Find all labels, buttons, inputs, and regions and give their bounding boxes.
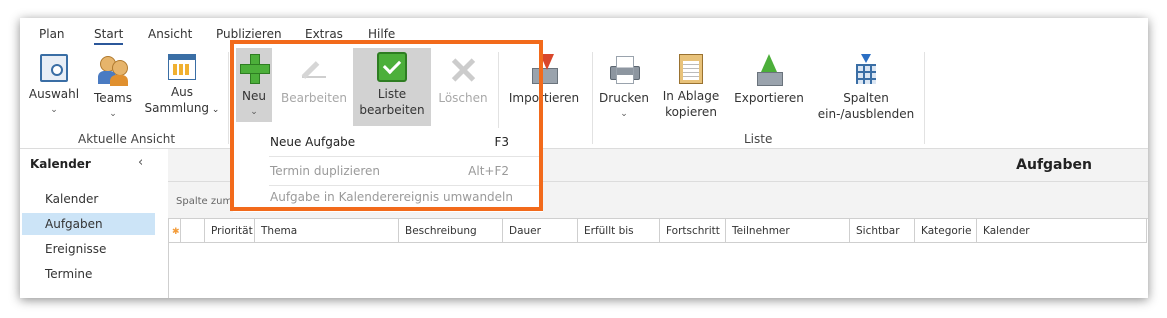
liste-bearbeiten-label-1: Liste — [377, 87, 407, 101]
columns-icon — [850, 54, 882, 86]
chevron-down-icon: ⌄ — [209, 105, 220, 115]
menu-divider — [269, 156, 539, 157]
chevron-down-icon: ⌄ — [109, 109, 117, 119]
neu-dropdown-menu: Neue Aufgabe F3 Termin duplizieren Alt+F… — [233, 128, 543, 212]
column-header-kalender[interactable]: Kalender — [977, 219, 1147, 243]
neu-button[interactable]: Neu ⌄ — [236, 48, 272, 122]
app-window: Plan Start Ansicht Publizieren Extras Hi… — [20, 18, 1148, 298]
in-ablage-label-2: kopieren — [665, 105, 717, 119]
clipboard-icon — [679, 54, 703, 84]
column-header-kategorie[interactable]: Kategorie — [915, 219, 977, 243]
star-icon: ✱ — [172, 227, 180, 237]
group-label-liste: Liste — [744, 132, 773, 146]
select-view-icon — [40, 54, 68, 82]
column-header-blank[interactable] — [181, 219, 205, 243]
shortcut-termin-duplizieren: Alt+F2 — [468, 164, 509, 178]
teams-button[interactable]: Teams ⌄ — [88, 50, 138, 122]
column-header-erfuellt-bis[interactable]: Erfüllt bis — [578, 219, 660, 243]
aus-sammlung-button[interactable]: Aus Sammlung ⌄ — [142, 50, 222, 118]
menu-divider — [269, 185, 539, 186]
aus-sammlung-label-2: Sammlung — [144, 101, 210, 115]
aus-sammlung-label-1: Aus — [170, 85, 194, 99]
tab-plan[interactable]: Plan — [39, 27, 65, 41]
loeschen-button[interactable]: Löschen — [434, 50, 492, 106]
drucken-button[interactable]: Drucken ⌄ — [598, 50, 650, 122]
column-header-dauer[interactable]: Dauer — [503, 219, 578, 243]
spalten-button[interactable]: Spalten ein-/ausblenden — [814, 50, 918, 122]
nav-item-kalender[interactable]: Kalender — [22, 188, 155, 210]
menu-item-neue-aufgabe[interactable]: Neue Aufgabe — [270, 135, 355, 149]
auswahl-button[interactable]: Auswahl ⌄ — [28, 50, 80, 118]
import-icon — [528, 54, 560, 86]
nav-item-aufgaben[interactable]: Aufgaben — [22, 213, 155, 235]
tab-start[interactable]: Start — [94, 27, 124, 45]
menu-item-aufgabe-umwandeln[interactable]: Aufgabe in Kalenderereignis umwandeln — [270, 190, 513, 204]
tab-hilfe[interactable]: Hilfe — [368, 27, 395, 41]
exportieren-button[interactable]: Exportieren — [732, 50, 806, 106]
bearbeiten-label: Bearbeiten — [281, 91, 347, 105]
column-header-thema[interactable]: Thema — [255, 219, 399, 243]
auswahl-label: Auswahl — [28, 87, 80, 101]
teams-label: Teams — [94, 91, 132, 105]
plus-icon — [238, 52, 270, 84]
chevron-down-icon: ⌄ — [250, 107, 258, 117]
spalten-label-2: ein-/ausblenden — [817, 107, 915, 121]
delete-icon — [447, 54, 479, 86]
side-nav: Kalender ‹ Kalender Aufgaben Ereignisse … — [20, 149, 168, 298]
tab-ansicht[interactable]: Ansicht — [148, 27, 192, 41]
chevron-down-icon: ⌄ — [50, 105, 58, 115]
nav-item-termine[interactable]: Termine — [22, 263, 155, 285]
nav-item-ereignisse[interactable]: Ereignisse — [22, 238, 155, 260]
menu-bar: Plan Start Ansicht Publizieren Extras Hi… — [20, 18, 1148, 46]
row-indicator-header[interactable]: ✱ — [169, 219, 181, 243]
ribbon: Auswahl ⌄ Teams ⌄ Aus Sammlung ⌄ Aktuell… — [20, 46, 1148, 149]
liste-bearbeiten-label-2: bearbeiten — [359, 103, 425, 117]
importieren-label: Importieren — [508, 91, 580, 105]
export-icon — [753, 54, 785, 86]
column-header-prioritaet[interactable]: Priorität — [205, 219, 255, 243]
teams-icon — [97, 54, 129, 86]
column-header-beschreibung[interactable]: Beschreibung — [399, 219, 503, 243]
in-ablage-kopieren-button[interactable]: In Ablage kopieren — [660, 50, 722, 120]
column-header-sichtbar[interactable]: Sichtbar — [850, 219, 915, 243]
importieren-button[interactable]: Importieren — [506, 50, 582, 106]
tab-extras[interactable]: Extras — [305, 27, 343, 41]
side-nav-title: Kalender — [30, 157, 91, 171]
printer-icon — [608, 54, 640, 86]
liste-bearbeiten-button[interactable]: Liste bearbeiten — [353, 48, 431, 126]
group-label-aktuelle-ansicht: Aktuelle Ansicht — [78, 132, 176, 146]
group-separator — [592, 52, 593, 144]
group-separator — [228, 52, 229, 144]
chevron-down-icon: ⌄ — [620, 109, 628, 119]
menu-item-termin-duplizieren[interactable]: Termin duplizieren — [270, 164, 380, 178]
column-header-fortschritt[interactable]: Fortschritt — [660, 219, 726, 243]
collapse-icon[interactable]: ‹ — [138, 155, 143, 170]
bearbeiten-button[interactable]: Bearbeiten — [278, 50, 350, 106]
task-grid: ✱ Priorität Thema Beschreibung Dauer Erf… — [168, 218, 1148, 298]
neu-label: Neu — [242, 89, 266, 103]
edit-icon — [298, 54, 330, 86]
exportieren-label: Exportieren — [734, 91, 804, 105]
collection-icon — [168, 54, 196, 80]
in-ablage-label-1: In Ablage — [662, 89, 720, 103]
loeschen-label: Löschen — [438, 91, 488, 105]
checkmark-icon — [377, 52, 407, 82]
drucken-label: Drucken — [599, 91, 649, 105]
spalten-label-1: Spalten — [843, 91, 889, 105]
tab-publizieren[interactable]: Publizieren — [216, 27, 282, 41]
shortcut-neue-aufgabe: F3 — [494, 135, 509, 149]
column-header-teilnehmer[interactable]: Teilnehmer — [726, 219, 850, 243]
group-separator — [924, 52, 925, 144]
page-title: Aufgaben — [1016, 157, 1092, 173]
